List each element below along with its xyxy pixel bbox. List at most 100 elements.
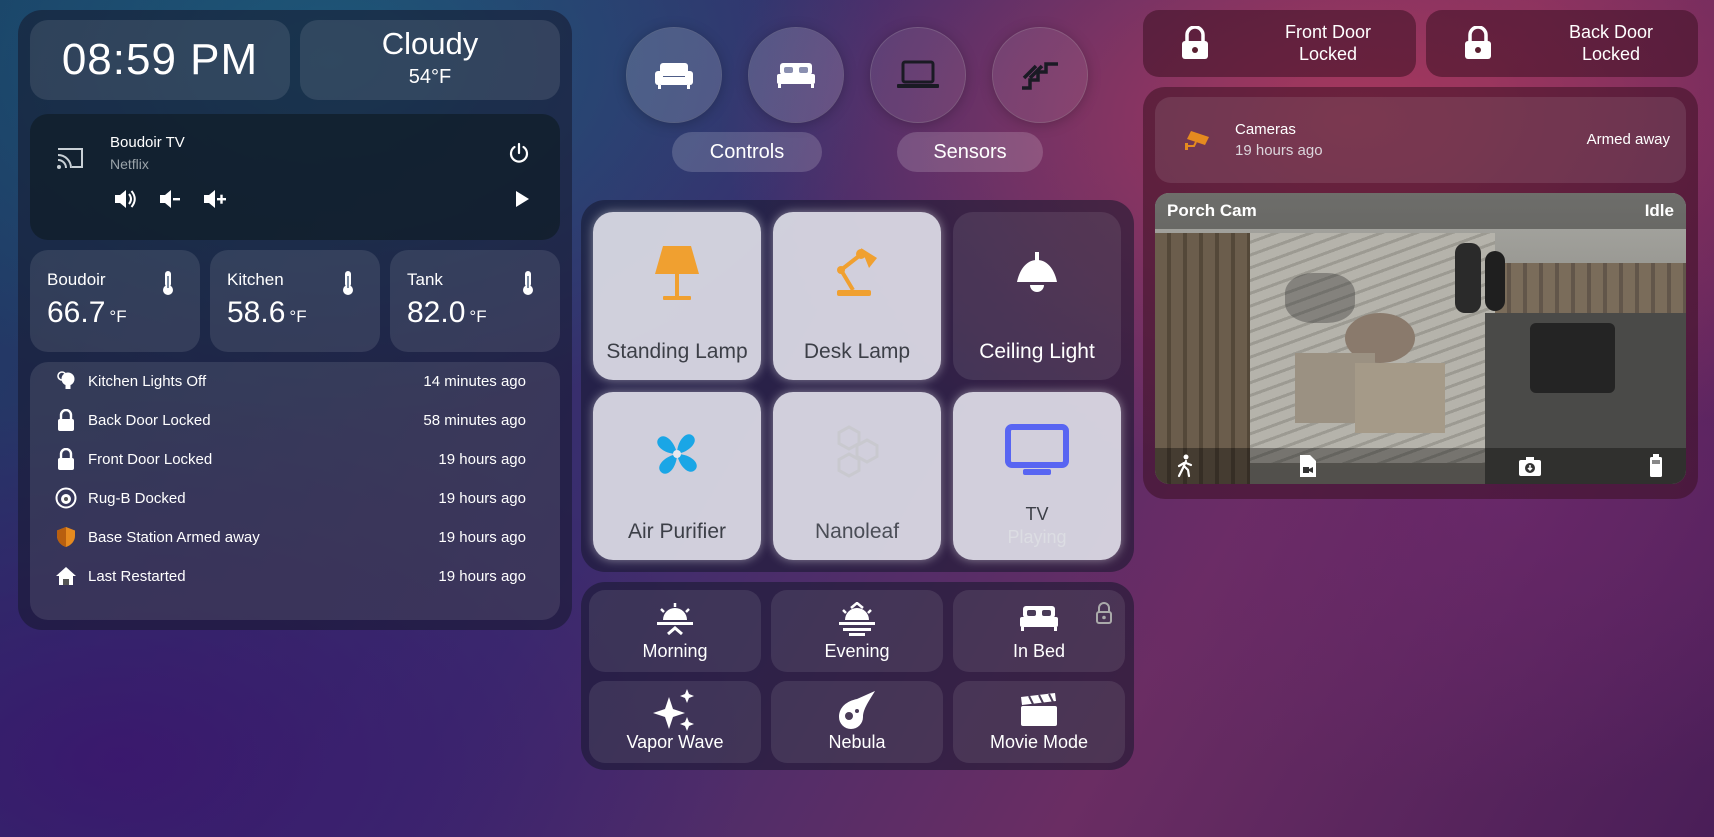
logbook-entry-name: Back Door Locked xyxy=(88,411,211,429)
scene-morning[interactable]: Morning xyxy=(589,590,761,672)
camera-state: Idle xyxy=(1644,201,1674,220)
power-icon[interactable] xyxy=(508,142,530,164)
device-name: TV xyxy=(1025,504,1049,524)
logbook-row[interactable]: Front Door Locked 19 hours ago xyxy=(52,446,526,472)
logbook-entry-time: 19 hours ago xyxy=(438,567,526,585)
logbook-row[interactable]: Rug-B Docked 19 hours ago xyxy=(52,485,526,511)
media-title: Boudoir TV xyxy=(110,134,185,151)
lightbulb-icon xyxy=(52,370,80,392)
comet-icon xyxy=(835,689,879,731)
scene-in-bed[interactable]: In Bed xyxy=(953,590,1125,672)
camera-card[interactable]: Porch Cam Idle xyxy=(1155,193,1686,484)
television-icon xyxy=(1005,424,1069,478)
thermometer-icon xyxy=(341,270,355,296)
robot-vacuum-icon xyxy=(52,487,80,509)
scene-vapor-wave[interactable]: Vapor Wave xyxy=(589,681,761,763)
bed-icon xyxy=(1019,604,1059,632)
device-tile-tv[interactable]: TV Playing xyxy=(953,392,1121,560)
device-tile-ceiling-light[interactable]: Ceiling Light xyxy=(953,212,1121,380)
logbook-row[interactable]: Back Door Locked 58 minutes ago xyxy=(52,407,526,433)
scene-evening[interactable]: Evening xyxy=(771,590,943,672)
lock-icon xyxy=(52,448,80,470)
scene-name: Nebula xyxy=(828,732,886,752)
floor-lamp-icon xyxy=(653,244,701,302)
sensor-card-kitchen[interactable]: Kitchen 58.6 °F xyxy=(210,250,380,352)
lock-card-back-door[interactable]: Back Door Locked xyxy=(1426,10,1698,77)
device-tile-air-purifier[interactable]: Air Purifier xyxy=(593,392,761,560)
weather-card[interactable]: Cloudy 54°F xyxy=(300,20,560,100)
logbook-entry-name: Kitchen Lights Off xyxy=(88,372,207,390)
device-tile-standing-lamp[interactable]: Standing Lamp xyxy=(593,212,761,380)
logbook-row[interactable]: Base Station Armed away 19 hours ago xyxy=(52,524,526,550)
thermometer-icon xyxy=(161,270,175,296)
logbook-card: Kitchen Lights Off 14 minutes ago Back D… xyxy=(30,362,560,620)
scene-name: Vapor Wave xyxy=(626,732,724,752)
volume-up-icon[interactable] xyxy=(202,189,228,209)
logbook-row[interactable]: Last Restarted 19 hours ago xyxy=(52,563,526,589)
sunrise-icon xyxy=(655,602,695,636)
sensor-unit: °F xyxy=(109,307,127,326)
scene-nebula[interactable]: Nebula xyxy=(771,681,943,763)
sensors-button[interactable]: Sensors xyxy=(897,132,1043,172)
sensor-name: Tank xyxy=(407,270,443,289)
device-name: Nanoleaf xyxy=(814,520,900,543)
sunset-icon xyxy=(837,602,877,636)
sensor-name: Kitchen xyxy=(227,270,284,289)
scene-name: Evening xyxy=(824,641,890,661)
logbook-entry-time: 19 hours ago xyxy=(438,450,526,468)
lock-state: Locked xyxy=(1298,44,1358,64)
shield-icon xyxy=(52,526,80,548)
room-nav-office[interactable] xyxy=(871,28,965,122)
laptop-icon xyxy=(896,60,940,90)
room-nav-bedroom[interactable] xyxy=(749,28,843,122)
device-name: Ceiling Light xyxy=(979,340,1095,363)
logbook-entry-name: Front Door Locked xyxy=(88,450,213,468)
clapperboard-icon xyxy=(1019,693,1059,727)
sofa-icon xyxy=(654,60,694,90)
room-nav-living-room[interactable] xyxy=(627,28,721,122)
logbook-row[interactable]: Kitchen Lights Off 14 minutes ago xyxy=(52,368,526,394)
device-name: Standing Lamp xyxy=(606,340,748,363)
lock-name: Back Door xyxy=(1568,22,1654,42)
device-tile-nanoleaf[interactable]: Nanoleaf xyxy=(773,392,941,560)
device-name: Air Purifier xyxy=(627,520,727,543)
volume-down-icon[interactable] xyxy=(158,189,182,209)
lock-icon xyxy=(1464,26,1492,60)
motion-sensor-icon[interactable] xyxy=(1175,454,1195,478)
sensor-value: 58.6 xyxy=(227,296,286,329)
sensor-unit: °F xyxy=(469,307,487,326)
camera-footer xyxy=(1155,448,1686,484)
scene-movie-mode[interactable]: Movie Mode xyxy=(953,681,1125,763)
alarm-card[interactable]: Cameras 19 hours ago Armed away xyxy=(1155,97,1686,183)
lock-state: Locked xyxy=(1581,44,1641,64)
device-state: Playing xyxy=(1007,527,1067,547)
lock-icon xyxy=(52,409,80,431)
cast-icon[interactable] xyxy=(56,146,84,170)
sensor-name: Boudoir xyxy=(47,270,106,289)
volume-mute-icon[interactable] xyxy=(113,188,137,210)
camera-name: Porch Cam xyxy=(1167,201,1257,220)
sensor-card-boudoir[interactable]: Boudoir 66.7 °F xyxy=(30,250,200,352)
play-icon[interactable] xyxy=(514,190,530,208)
hexagon-multiple-icon xyxy=(829,424,887,482)
sensor-value: 82.0 xyxy=(407,296,466,329)
home-icon xyxy=(52,565,80,587)
weather-condition: Cloudy xyxy=(381,26,479,61)
device-tile-desk-lamp[interactable]: Desk Lamp xyxy=(773,212,941,380)
lock-card-front-door[interactable]: Front Door Locked xyxy=(1143,10,1416,77)
video-file-icon[interactable] xyxy=(1298,454,1318,478)
thermometer-icon xyxy=(521,270,535,296)
controls-button[interactable]: Controls xyxy=(672,132,822,172)
room-nav-stairs[interactable] xyxy=(993,28,1087,122)
battery-icon[interactable] xyxy=(1649,454,1663,478)
cctv-icon xyxy=(1183,129,1213,151)
desk-lamp-icon xyxy=(831,244,881,302)
device-name: Desk Lamp xyxy=(803,340,911,363)
scene-name: Movie Mode xyxy=(989,732,1089,752)
fan-icon xyxy=(651,428,703,480)
lock-outline-icon xyxy=(1095,602,1113,624)
sensor-card-tank[interactable]: Tank 82.0 °F xyxy=(390,250,560,352)
lock-icon xyxy=(1181,26,1209,60)
ceiling-light-icon xyxy=(1013,252,1061,296)
camera-snapshot-icon[interactable] xyxy=(1518,455,1542,477)
